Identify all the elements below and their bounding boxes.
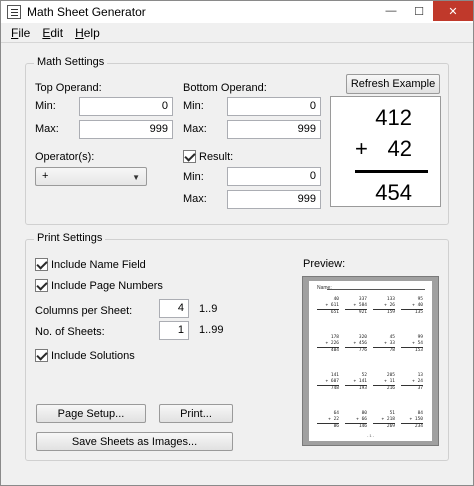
- columns-range: 1..9: [199, 303, 218, 315]
- include-solutions-checkbox[interactable]: [35, 349, 48, 362]
- bottom-min-input[interactable]: 0: [227, 97, 321, 116]
- preview-problem: 178 + 226 404: [317, 335, 339, 354]
- menu-bar: File Edit Help: [1, 23, 473, 43]
- result-min-input[interactable]: 0: [227, 167, 321, 186]
- include-name-field-checkbox[interactable]: [35, 258, 48, 271]
- math-settings-title: Math Settings: [34, 56, 108, 68]
- refresh-example-button[interactable]: Refresh Example: [346, 74, 440, 94]
- menu-file[interactable]: File: [7, 26, 36, 40]
- print-button[interactable]: Print...: [159, 404, 233, 423]
- preview-problem: 320 + 456 776: [345, 335, 367, 354]
- preview-problem: 95 + 40 135: [401, 297, 423, 316]
- result-min-label: Min:: [183, 171, 204, 183]
- preview-problem: 51 + 218 269: [373, 411, 395, 430]
- preview-problem: 205 + 11 216: [373, 373, 395, 392]
- example-sum-line: [355, 170, 428, 173]
- result-max-input[interactable]: 999: [227, 190, 321, 209]
- include-page-numbers-checkbox[interactable]: [35, 279, 48, 292]
- columns-input[interactable]: 4: [159, 299, 189, 318]
- example-bottom-operand: 42: [387, 136, 412, 161]
- preview-name-line: [327, 289, 425, 290]
- sheets-input[interactable]: 1: [159, 321, 189, 340]
- sheets-range: 1..99: [199, 324, 224, 336]
- top-max-label: Max:: [35, 123, 59, 135]
- sheets-label: No. of Sheets:: [35, 326, 105, 338]
- bottom-max-label: Max:: [183, 123, 207, 135]
- window-controls: — ☐ ✕: [377, 1, 473, 21]
- preview-problem: 40 + 611 651: [317, 297, 339, 316]
- preview-problem: 13 + 24 37: [401, 373, 423, 392]
- example-operator: +: [355, 136, 368, 161]
- include-solutions-label: Include Solutions: [51, 350, 135, 362]
- operator-selected-value: +: [42, 170, 49, 182]
- bottom-min-label: Min:: [183, 100, 204, 112]
- preview-page-number: - 1 -: [366, 433, 375, 438]
- minimize-button[interactable]: —: [377, 1, 405, 21]
- preview-problem: 45 + 33 78: [373, 335, 395, 354]
- preview-problem: 141 + 607 748: [317, 373, 339, 392]
- title-bar: Math Sheet Generator — ☐ ✕: [1, 1, 473, 23]
- operator-dropdown[interactable]: + ▼: [35, 167, 147, 186]
- app-sheet-icon: [7, 5, 21, 19]
- sheet-preview: Name: 40 + 611 651 337 + 584 921 133 + 26 159 95 +…: [302, 276, 439, 446]
- close-button[interactable]: ✕: [433, 1, 473, 21]
- include-page-numbers-label: Include Page Numbers: [51, 280, 163, 292]
- preview-problem: 99 + 54 153: [401, 335, 423, 354]
- result-label: Result:: [199, 151, 234, 163]
- preview-problem: 64 + 22 86: [317, 411, 339, 430]
- operators-label: Operator(s):: [35, 151, 95, 163]
- preview-page: Name: 40 + 611 651 337 + 584 921 133 + 26 159 95 +…: [309, 281, 432, 441]
- preview-problem: 133 + 26 159: [373, 297, 395, 316]
- menu-edit[interactable]: Edit: [36, 26, 69, 40]
- include-name-field-label: Include Name Field: [51, 259, 146, 271]
- app-window: Math Sheet Generator — ☐ ✕ File Edit Hel…: [0, 0, 474, 486]
- columns-label: Columns per Sheet:: [35, 305, 133, 317]
- preview-name-label: Name:: [317, 285, 332, 291]
- top-operand-label: Top Operand:: [35, 82, 102, 94]
- menu-help[interactable]: Help: [69, 26, 106, 40]
- top-min-label: Min:: [35, 100, 56, 112]
- maximize-button[interactable]: ☐: [405, 1, 433, 21]
- preview-problem: 84 + 150 234: [401, 411, 423, 430]
- result-max-label: Max:: [183, 193, 207, 205]
- save-sheets-as-images-button[interactable]: Save Sheets as Images...: [36, 432, 233, 451]
- bottom-operand-label: Bottom Operand:: [183, 82, 267, 94]
- page-setup-button[interactable]: Page Setup...: [36, 404, 146, 423]
- example-top-operand: 412: [375, 105, 412, 130]
- result-checkbox[interactable]: [183, 150, 196, 163]
- chevron-down-icon: ▼: [132, 173, 140, 182]
- preview-problem: 80 + 66 146: [345, 411, 367, 430]
- top-min-input[interactable]: 0: [79, 97, 173, 116]
- preview-problem: 52 + 141 193: [345, 373, 367, 392]
- print-settings-title: Print Settings: [34, 232, 106, 244]
- example-answer: 454: [375, 180, 412, 205]
- preview-label: Preview:: [303, 258, 346, 270]
- window-title: Math Sheet Generator: [27, 5, 146, 19]
- bottom-max-input[interactable]: 999: [227, 120, 321, 139]
- example-problem: 412 + 42 454: [330, 96, 441, 207]
- preview-problem: 337 + 584 921: [345, 297, 367, 316]
- top-max-input[interactable]: 999: [79, 120, 173, 139]
